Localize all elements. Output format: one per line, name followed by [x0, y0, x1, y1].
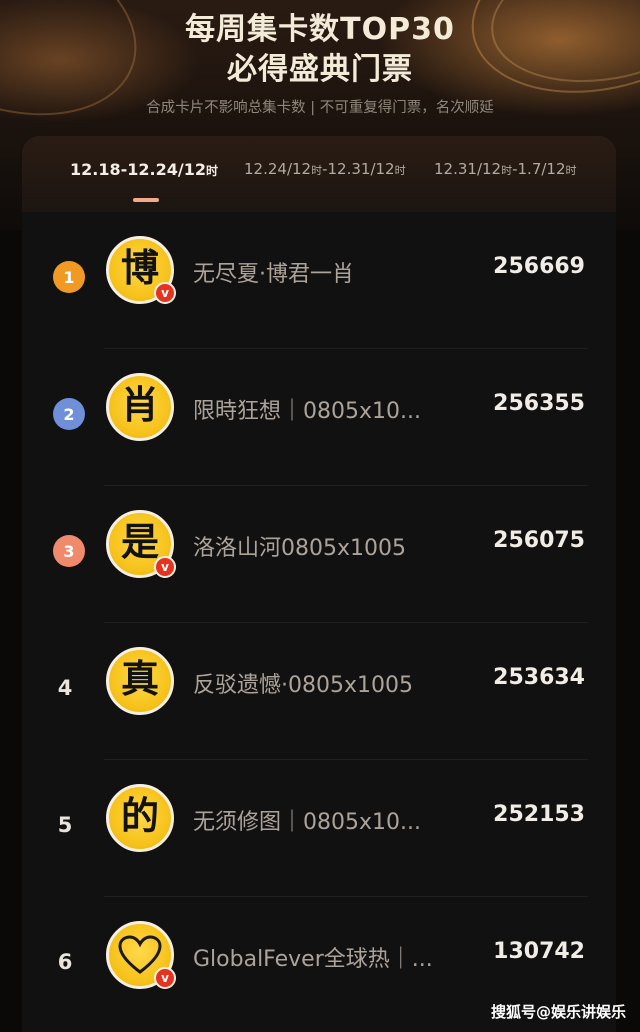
- user-name[interactable]: 反驳遗憾·0805x1005: [193, 667, 483, 699]
- active-tab-indicator: [133, 198, 159, 202]
- avatar[interactable]: 真: [106, 647, 174, 715]
- ranking-row[interactable]: 4 真 反驳遗憾·0805x1005 253634: [22, 623, 616, 760]
- page-title-line2: 必得盛典门票: [227, 52, 413, 87]
- card-count: 256355: [493, 391, 585, 416]
- verified-badge: v: [154, 282, 176, 304]
- card-count: 253634: [493, 665, 585, 690]
- ranking-row[interactable]: 3 是 v 洛洛山河0805x1005 256075: [22, 486, 616, 623]
- tab-week-1[interactable]: 12.18-12.24/12时: [70, 160, 218, 184]
- user-name[interactable]: 限時狂想｜0805x10...: [193, 393, 483, 425]
- avatar[interactable]: 的: [106, 784, 174, 852]
- user-name[interactable]: 洛洛山河0805x1005: [193, 530, 483, 562]
- ranking-row[interactable]: 1 博 v 无尽夏·博君一肖 256669: [22, 212, 616, 349]
- card-count: 256669: [493, 254, 585, 279]
- rules-subtitle: 合成卡片不影响总集卡数 | 不可重复得门票，名次顺延: [146, 100, 494, 116]
- user-name[interactable]: 无尽夏·博君一肖: [193, 256, 483, 288]
- avatar[interactable]: 肖: [106, 373, 174, 441]
- heart-icon: [118, 935, 162, 974]
- user-name[interactable]: GlobalFever全球热｜...: [193, 941, 483, 973]
- card-count: 252153: [493, 802, 585, 827]
- verified-badge: v: [154, 967, 176, 989]
- rank-medal-badge: 1: [53, 261, 85, 293]
- watermark: 搜狐号@娱乐讲娱乐: [490, 1003, 626, 1021]
- user-name[interactable]: 无须修图｜0805x10...: [193, 804, 483, 836]
- tab-week-2[interactable]: 12.24/12时-12.31/12时: [244, 160, 406, 184]
- card-count: 130742: [493, 939, 585, 964]
- ranking-row[interactable]: 5 的 无须修图｜0805x10... 252153: [22, 760, 616, 897]
- ranking-row[interactable]: 2 肖 限時狂想｜0805x10... 256355: [22, 349, 616, 486]
- rank-number: 6: [57, 950, 73, 974]
- rank-number: 4: [57, 676, 73, 700]
- rank-medal-badge: 3: [53, 535, 85, 567]
- page-title: 每周集卡数TOP30: [185, 12, 455, 47]
- ranking-list: 1 博 v 无尽夏·博君一肖 256669 2 肖 限時狂想｜0805x10..…: [22, 212, 616, 1032]
- rank-number: 5: [57, 813, 73, 837]
- tab-week-3[interactable]: 12.31/12时-1.7/12时: [434, 160, 577, 184]
- rank-medal-badge: 2: [53, 398, 85, 430]
- verified-badge: v: [154, 556, 176, 578]
- card-count: 256075: [493, 528, 585, 553]
